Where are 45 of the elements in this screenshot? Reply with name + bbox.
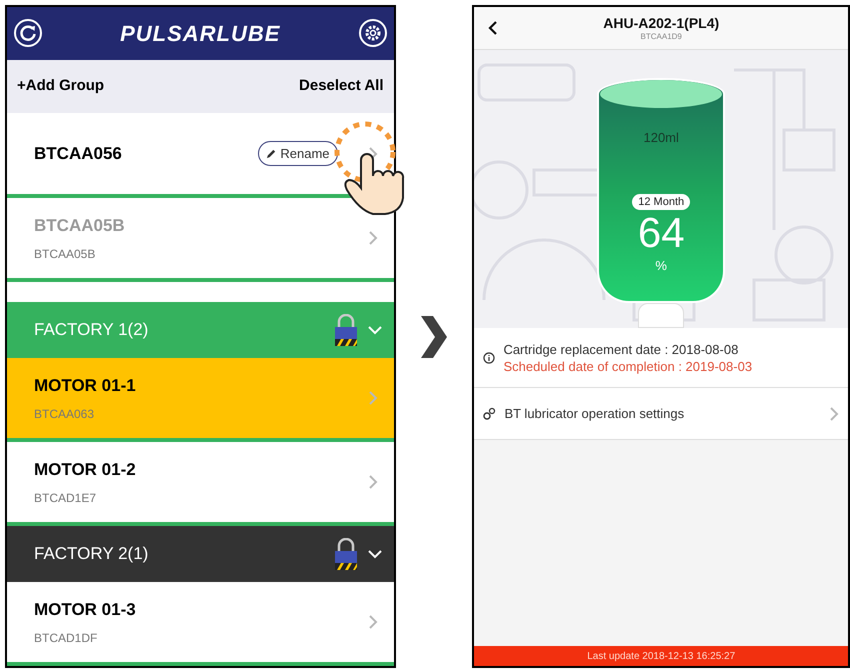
chevron-right-icon [368,391,378,405]
device-id: BTCAD1E7 [34,490,98,507]
chevron-right-icon [368,231,378,245]
pencil-icon [266,148,278,159]
last-update-text: Last update 2018-12-13 16:25:27 [587,650,736,664]
refresh-icon[interactable] [13,18,43,48]
remaining-value: 64 [638,210,685,256]
device-id: BTCAA05B [34,246,96,263]
rename-button[interactable]: Rename [258,141,338,166]
gears-icon [483,407,496,420]
device-id: BTCAD1DF [34,630,98,647]
device-row[interactable]: MOTOR 01-1 BTCAA063 [7,358,394,438]
chevron-down-icon [368,549,382,559]
next-arrow-icon [420,316,447,358]
deselect-all-button[interactable]: Deselect All [299,75,384,98]
padlock-icon [334,314,358,346]
app-logo: PULSARLUBE [120,20,280,48]
device-id: BTCAA063 [34,406,96,423]
volume-label: 120ml [643,129,679,147]
add-group-button[interactable]: +Add Group [17,75,104,98]
group-header[interactable]: FACTORY 2(1) [7,526,394,582]
device-name: BTCAA056 [34,142,123,165]
chevron-right-icon [368,475,378,489]
settings-row[interactable]: BT lubricator operation settings [474,388,848,440]
device-title: AHU-A202-1(PL4) [603,14,720,32]
percent-unit: % [655,257,667,275]
replacement-date: Cartridge replacement date : 2018-08-08 [503,340,740,358]
device-name: MOTOR 01-2 [34,459,137,482]
back-icon[interactable] [488,21,498,35]
chevron-down-icon [368,325,382,335]
group-title: FACTORY 1(2) [34,319,150,342]
padlock-icon [334,538,358,570]
device-name: BTCAA05B [34,215,126,238]
period-badge: 12 Month [632,194,690,210]
settings-label: BT lubricator operation settings [504,404,686,423]
device-name: MOTOR 01-1 [34,375,137,398]
chevron-right-icon [828,406,839,420]
chevron-right-icon [368,615,378,629]
tap-gesture-icon [333,120,407,216]
device-id: BTCAA1D9 [640,32,682,42]
settings-icon[interactable] [358,18,388,48]
device-name: MOTOR 01-3 [34,599,137,622]
info-icon [483,352,496,364]
completion-date: Scheduled date of completion : 2019-08-03 [503,358,752,374]
group-title: FACTORY 2(1) [34,543,150,566]
